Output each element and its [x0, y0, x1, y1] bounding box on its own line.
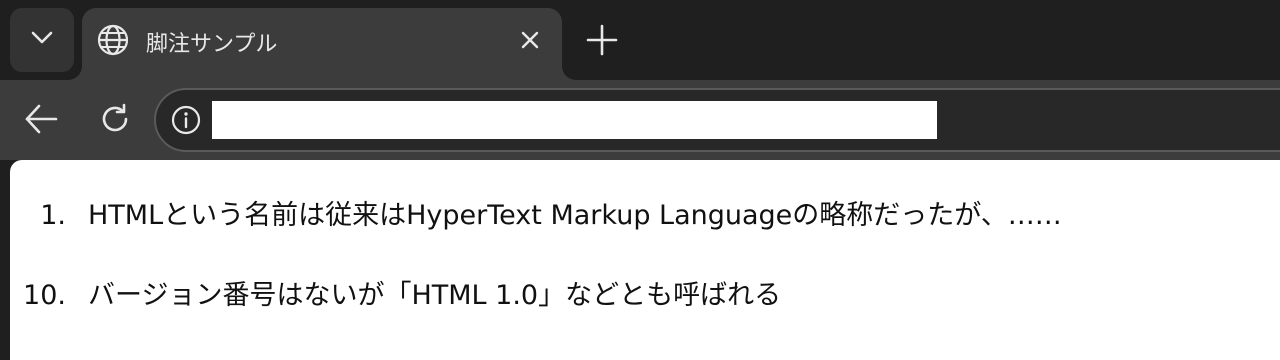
reload-button[interactable] — [94, 100, 136, 142]
footnote-text: バージョン番号はないが「HTML 1.0」などとも呼ばれる — [88, 280, 782, 311]
browser-window: 脚注サンプル 1. HTMLという名前は従来はHyperText Markup … — [0, 0, 1280, 360]
footnote-number: 10. — [23, 280, 66, 311]
chevron-down-icon — [28, 24, 56, 56]
tab-search-button[interactable] — [10, 8, 74, 72]
address-bar[interactable] — [154, 88, 1280, 152]
url-input[interactable] — [212, 101, 937, 139]
plus-icon — [585, 23, 619, 61]
arrow-left-icon — [22, 100, 60, 142]
active-tab[interactable]: 脚注サンプル — [82, 8, 562, 80]
globe-icon — [96, 23, 130, 57]
page-content: 1. HTMLという名前は従来はHyperText Markup Languag… — [10, 160, 1280, 360]
info-icon[interactable] — [170, 104, 202, 136]
close-icon[interactable] — [516, 26, 544, 54]
back-button[interactable] — [20, 100, 62, 142]
footnote-text: HTMLという名前は従来はHyperText Markup Languageの略… — [88, 200, 1062, 231]
toolbar — [0, 80, 1280, 160]
reload-icon — [98, 102, 132, 140]
tab-strip: 脚注サンプル — [0, 0, 1280, 80]
new-tab-button[interactable] — [584, 24, 620, 60]
footnote-number: 1. — [40, 200, 66, 231]
tab-title: 脚注サンプル — [146, 32, 278, 57]
